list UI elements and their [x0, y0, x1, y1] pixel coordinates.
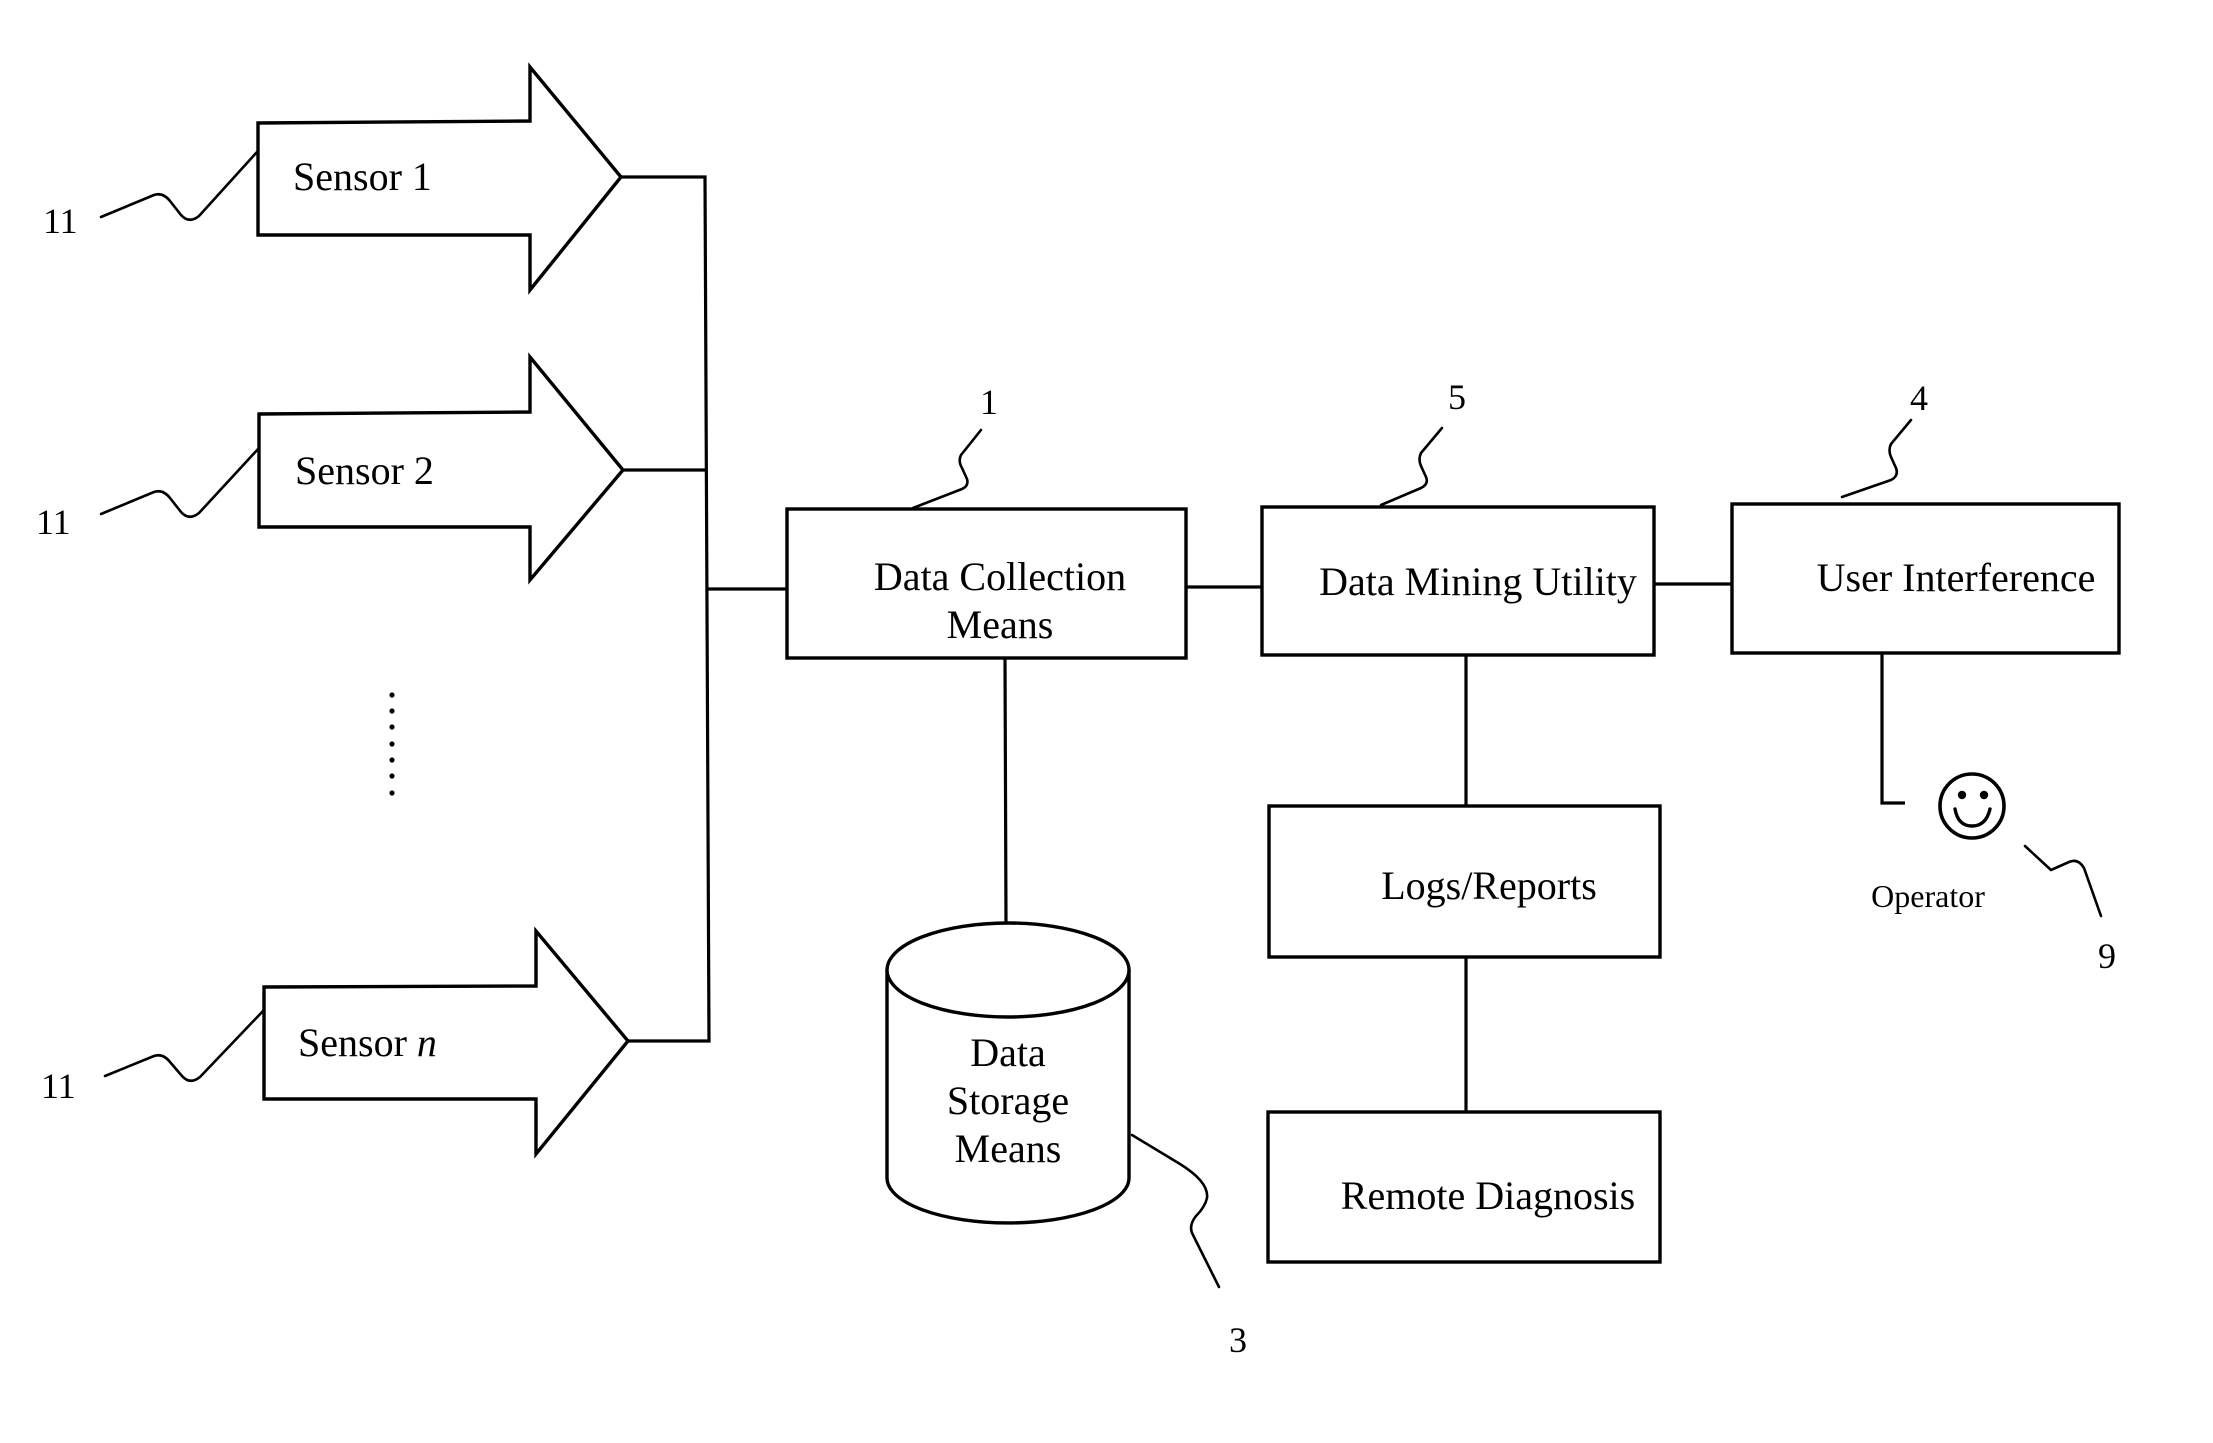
operator: Operator	[1871, 772, 2006, 914]
data-mining-block: Data Mining Utility	[1260, 505, 1656, 657]
ref-label-1: 1	[980, 382, 998, 422]
data-mining-ref: 5	[1379, 377, 1466, 507]
remote-diagnosis-block: Remote Diagnosis	[1266, 1110, 1662, 1264]
sensor-n-label: Sensor n	[298, 1020, 437, 1065]
operator-label: Operator	[1871, 878, 1985, 914]
data-collection-label-line2: Means	[947, 602, 1054, 647]
leader-line	[1379, 426, 1444, 507]
user-interface-ref: 4	[1840, 378, 1928, 499]
data-storage-label-line3: Means	[955, 1126, 1062, 1171]
leader-line	[1130, 1133, 1221, 1289]
leader-line	[911, 428, 983, 510]
connector-interface-to-operator	[1880, 653, 1905, 805]
sensor-1-ref: 11	[43, 150, 259, 241]
ref-label-11: 11	[41, 1066, 76, 1106]
leader-line	[103, 1008, 266, 1083]
leader-line	[99, 446, 261, 519]
ref-label-3: 3	[1229, 1320, 1247, 1360]
sensor-bus	[621, 175, 787, 1043]
sensor-n-arrow: Sensor n	[262, 926, 631, 1159]
data-collection-ref: 1	[911, 382, 998, 510]
user-interface-label: User Interference	[1817, 555, 2096, 600]
sensor-1-arrow: Sensor 1	[256, 62, 624, 295]
data-collection-block: Data Collection Means	[785, 507, 1188, 660]
logs-reports-label: Logs/Reports	[1381, 863, 1597, 908]
user-interface-block: User Interference	[1730, 502, 2121, 655]
system-block-diagram: Sensor 1 Sensor 2 Sensor n 11 11 11 Data…	[36, 62, 2121, 1360]
data-collection-label-line1: Data Collection	[874, 554, 1126, 599]
ref-label-11: 11	[43, 201, 78, 241]
data-mining-label: Data Mining Utility	[1319, 559, 1637, 604]
ref-label-11: 11	[36, 502, 71, 542]
data-storage-cylinder: Data Storage Means	[885, 921, 1131, 1225]
connector-collection-to-storage	[1003, 657, 1008, 924]
ref-label-5: 5	[1448, 377, 1466, 417]
leader-line	[1840, 418, 1913, 499]
ref-label-9: 9	[2098, 936, 2116, 976]
data-storage-label-line2: Storage	[947, 1078, 1069, 1123]
sensor-1-label: Sensor 1	[293, 154, 432, 199]
logs-reports-block: Logs/Reports	[1267, 804, 1662, 959]
leader-line	[99, 150, 259, 222]
more-sensors-ellipsis	[389, 692, 395, 796]
sensor-2-ref: 11	[36, 446, 261, 542]
ref-label-4: 4	[1910, 378, 1928, 418]
sensor-2-label: Sensor 2	[295, 448, 434, 493]
smiley-face-icon	[1938, 772, 2006, 840]
operator-ref: 9	[2023, 844, 2116, 976]
data-storage-label-line1: Data	[970, 1030, 1046, 1075]
remote-diagnosis-label: Remote Diagnosis	[1341, 1173, 1635, 1218]
sensor-2-arrow: Sensor 2	[257, 352, 626, 585]
sensor-n-ref: 11	[41, 1008, 266, 1106]
data-storage-ref: 3	[1130, 1133, 1247, 1360]
leader-line	[2023, 844, 2103, 918]
